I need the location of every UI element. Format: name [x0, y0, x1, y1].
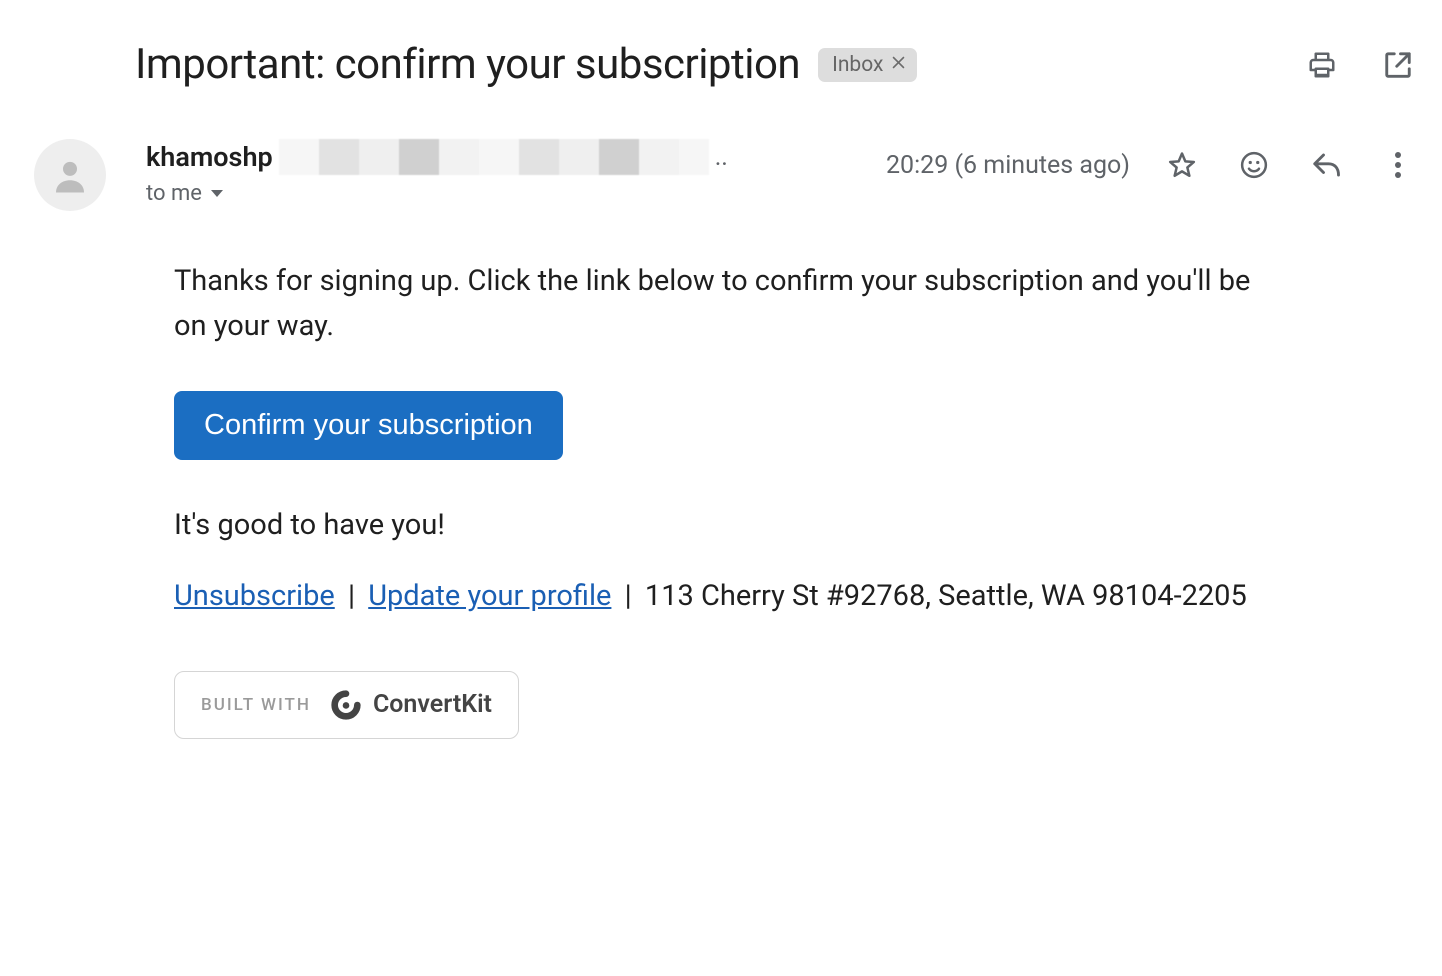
email-body: Thanks for signing up. Click the link be… [20, 259, 1280, 739]
body-closing-paragraph: It's good to have you! [174, 508, 1280, 542]
print-button[interactable] [1298, 41, 1346, 89]
kebab-menu-icon [1394, 150, 1402, 180]
email-footer-line: Unsubscribe | Update your profile | 113 … [174, 574, 1280, 619]
remove-label-icon[interactable] [890, 54, 907, 76]
sender-block: khamoshp .. to me [146, 139, 728, 206]
sender-avatar[interactable] [34, 139, 106, 211]
sender-truncation-ellipsis: .. [715, 143, 728, 172]
print-icon [1307, 50, 1337, 80]
footer-separator-2: | [611, 579, 644, 613]
subject-row: Important: confirm your subscription Inb… [20, 40, 1422, 89]
redacted-sender-address [279, 139, 709, 175]
sender-header: khamoshp .. to me 20:29 (6 minutes ago) [20, 139, 1422, 211]
label-chip-inbox[interactable]: Inbox [818, 48, 917, 82]
sender-physical-address: 113 Cherry St #92768, Seattle, WA 98104-… [645, 579, 1247, 613]
open-in-new-window-button[interactable] [1374, 41, 1422, 89]
footer-separator-1: | [335, 579, 368, 613]
reply-button[interactable] [1302, 141, 1350, 189]
provider-badge-prefix: BUILT WITH [201, 695, 311, 715]
reaction-button[interactable] [1230, 141, 1278, 189]
message-meta-actions: 20:29 (6 minutes ago) [886, 139, 1422, 189]
update-profile-link[interactable]: Update your profile [368, 579, 611, 613]
unsubscribe-link[interactable]: Unsubscribe [174, 579, 335, 613]
recipient-dropdown[interactable]: to me [146, 181, 224, 206]
message-timestamp: 20:29 (6 minutes ago) [886, 151, 1130, 180]
sender-name-line: khamoshp .. [146, 139, 728, 175]
more-actions-button[interactable] [1374, 141, 1422, 189]
star-button[interactable] [1158, 141, 1206, 189]
email-message-view: Important: confirm your subscription Inb… [0, 0, 1442, 799]
label-chip-text: Inbox [832, 53, 883, 77]
body-intro-paragraph: Thanks for signing up. Click the link be… [174, 259, 1280, 349]
caret-down-icon [210, 189, 224, 199]
recipient-summary: to me [146, 181, 202, 206]
star-icon [1167, 150, 1197, 180]
reply-icon [1311, 150, 1341, 180]
open-in-new-icon [1383, 50, 1413, 80]
convertkit-logo-icon [329, 688, 363, 722]
provider-badge-name: ConvertKit [373, 690, 492, 719]
provider-badge[interactable]: BUILT WITH ConvertKit [174, 671, 519, 739]
sender-name: khamoshp [146, 141, 273, 173]
smiley-icon [1239, 150, 1269, 180]
person-icon [49, 154, 91, 196]
confirm-subscription-button[interactable]: Confirm your subscription [174, 391, 563, 460]
email-subject: Important: confirm your subscription [135, 40, 800, 89]
